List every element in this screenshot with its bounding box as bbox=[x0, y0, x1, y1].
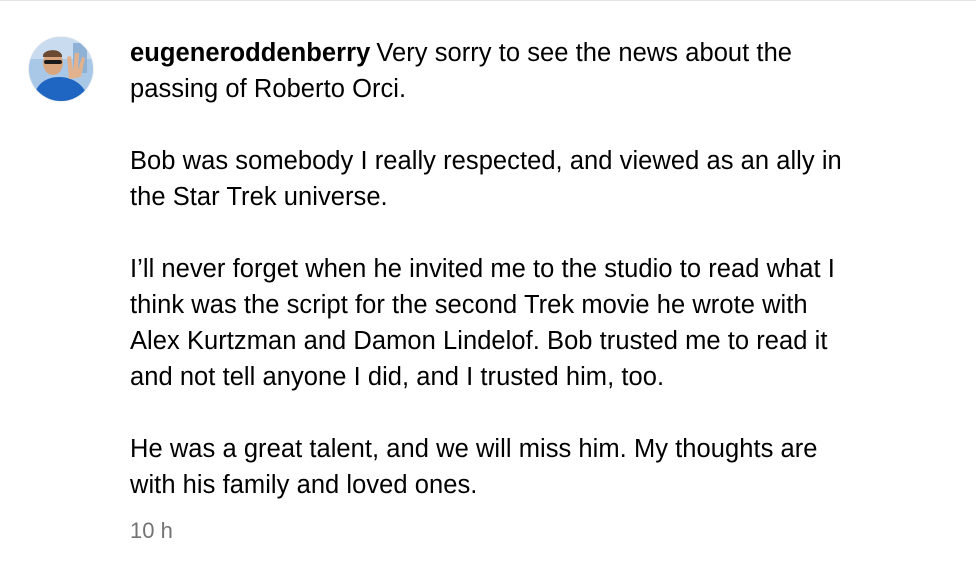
comment: eugeneroddenberry Very sorry to see the n… bbox=[0, 0, 976, 566]
comment-paragraph: I’ll never forget when he invited me to … bbox=[130, 255, 835, 391]
comment-paragraph: He was a great talent, and we will miss … bbox=[130, 435, 818, 499]
comment-body: eugeneroddenberry Very sorry to see the n… bbox=[130, 35, 950, 539]
comment-paragraph: Bob was somebody I really respected, and… bbox=[130, 147, 842, 211]
username-link[interactable]: eugeneroddenberry bbox=[130, 39, 370, 67]
avatar[interactable] bbox=[29, 37, 93, 101]
avatar-photo bbox=[29, 37, 93, 101]
comment-paragraph: eugeneroddenberry Very sorry to see the n… bbox=[130, 35, 950, 107]
timestamp[interactable]: 10 h bbox=[130, 517, 173, 545]
